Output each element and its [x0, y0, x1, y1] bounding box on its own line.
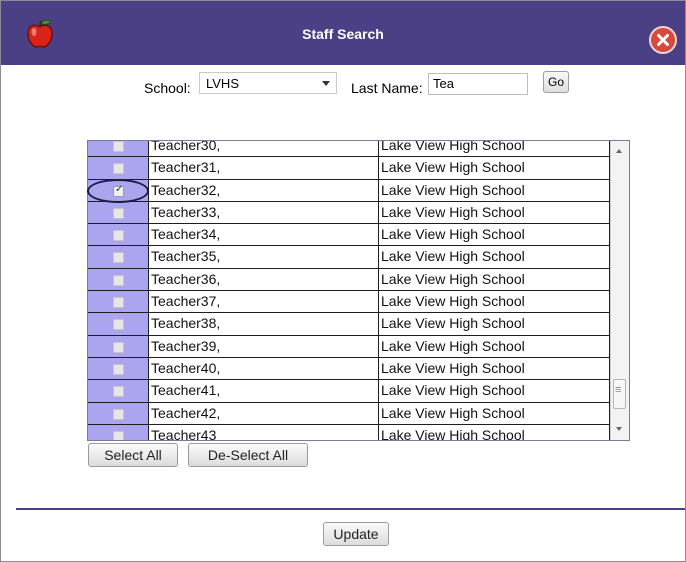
checkbox-cell	[88, 424, 148, 440]
school-label: School:	[144, 80, 191, 96]
school-name-cell: Lake View High School	[379, 268, 610, 291]
table-row[interactable]: Teacher37, Lake View High School	[88, 291, 610, 314]
staff-name-cell: Teacher32,	[148, 179, 379, 201]
selection-highlight-ellipse	[87, 179, 149, 203]
school-name-cell: Lake View High School	[379, 224, 610, 246]
checkbox-cell	[88, 268, 148, 291]
row-checkbox[interactable]	[113, 408, 124, 420]
school-name-cell: Lake View High School	[379, 313, 610, 335]
row-checkbox[interactable]	[113, 207, 124, 219]
school-name-cell: Lake View High School	[379, 357, 610, 380]
staff-name-cell: Teacher41,	[148, 380, 379, 402]
school-name-cell: Lake View High School	[379, 335, 610, 357]
checkbox-cell	[88, 402, 148, 424]
table-row[interactable]: Teacher32,Lake View High School	[88, 179, 610, 202]
staff-name-cell: Teacher37,	[148, 291, 379, 313]
table-row[interactable]: Teacher41, Lake View High School	[88, 380, 610, 403]
table-row[interactable]: Teacher31, Lake View High School	[88, 157, 610, 180]
dialog-title: Staff Search	[302, 26, 384, 42]
checkbox-cell	[88, 224, 148, 246]
school-name-cell: Lake View High School	[379, 179, 610, 201]
staff-results-grid: Teacher30, Lake View High School Teacher31…	[87, 140, 630, 441]
staff-name-cell: Teacher36,	[148, 268, 379, 291]
scroll-down-icon[interactable]	[616, 427, 622, 431]
last-name-label: Last Name:	[351, 80, 423, 96]
staff-name-cell: Teacher40,	[148, 357, 379, 380]
staff-name-cell: Teacher30,	[148, 141, 379, 157]
row-checkbox[interactable]	[113, 363, 124, 375]
table-row[interactable]: Teacher39, Lake View High School	[88, 335, 610, 358]
table-row[interactable]: Teacher42, Lake View High School	[88, 402, 610, 425]
school-name-cell: Lake View High School	[379, 201, 610, 224]
table-row[interactable]: Teacher35, Lake View High School	[88, 246, 610, 269]
row-checkbox[interactable]	[113, 430, 124, 440]
checkbox-cell	[88, 291, 148, 313]
school-name-cell: Lake View High School	[379, 402, 610, 424]
checkbox-cell	[88, 380, 148, 402]
staff-name-cell: Teacher33,	[148, 201, 379, 224]
table-row[interactable]: Teacher33, Lake View High School	[88, 201, 610, 225]
chevron-down-icon	[322, 81, 330, 86]
checkbox-cell	[88, 157, 148, 179]
staff-name-cell: Teacher38,	[148, 313, 379, 335]
row-checkbox[interactable]	[113, 319, 124, 331]
staff-name-cell: Teacher31,	[148, 157, 379, 179]
title-bar: Staff Search	[1, 1, 685, 65]
deselect-all-button[interactable]: De-Select All	[188, 443, 308, 467]
close-icon[interactable]	[649, 26, 677, 54]
results-rows: Teacher30, Lake View High School Teacher31…	[88, 141, 610, 440]
vertical-scrollbar[interactable]	[610, 141, 629, 440]
table-row[interactable]: Teacher30, Lake View High School	[88, 141, 610, 158]
school-name-cell: Lake View High School	[379, 157, 610, 179]
row-checkbox[interactable]	[113, 252, 124, 264]
go-button[interactable]: Go	[543, 71, 569, 93]
school-name-cell: Lake View High School	[379, 291, 610, 313]
staff-search-dialog: Staff Search School: LVHS Last Name: Tea…	[0, 0, 686, 562]
staff-name-cell: Teacher35,	[148, 246, 379, 268]
update-button[interactable]: Update	[323, 522, 389, 546]
scrollbar-thumb[interactable]	[613, 379, 626, 409]
row-checkbox[interactable]	[113, 297, 124, 309]
checkbox-cell	[88, 335, 148, 357]
checkbox-cell	[88, 141, 148, 157]
row-checkbox[interactable]	[113, 386, 124, 398]
school-name-cell: Lake View High School	[379, 246, 610, 268]
row-checkbox[interactable]	[113, 163, 124, 175]
row-checkbox[interactable]	[113, 230, 124, 242]
checkbox-cell	[88, 313, 148, 335]
row-checkbox[interactable]	[113, 141, 124, 152]
checkbox-cell	[88, 357, 148, 380]
row-checkbox[interactable]	[113, 341, 124, 353]
row-checkbox[interactable]	[113, 274, 124, 286]
checkbox-cell	[88, 246, 148, 268]
table-row[interactable]: Teacher43 Lake View High School	[88, 424, 610, 440]
staff-name-cell: Teacher43	[148, 424, 379, 440]
table-row[interactable]: Teacher38, Lake View High School	[88, 313, 610, 336]
school-name-cell: Lake View High School	[379, 424, 610, 440]
school-name-cell: Lake View High School	[379, 141, 610, 157]
last-name-input[interactable]: Tea	[428, 73, 528, 95]
footer-divider	[16, 508, 685, 510]
table-row[interactable]: Teacher40, Lake View High School	[88, 357, 610, 381]
staff-name-cell: Teacher34,	[148, 224, 379, 246]
school-select[interactable]: LVHS	[199, 72, 337, 94]
checkbox-cell	[88, 201, 148, 224]
school-select-value: LVHS	[206, 76, 239, 91]
table-row[interactable]: Teacher36, Lake View High School	[88, 268, 610, 292]
school-name-cell: Lake View High School	[379, 380, 610, 402]
select-all-button[interactable]: Select All	[88, 443, 178, 467]
staff-name-cell: Teacher42,	[148, 402, 379, 424]
scroll-up-icon[interactable]	[616, 149, 622, 153]
table-row[interactable]: Teacher34, Lake View High School	[88, 224, 610, 247]
staff-name-cell: Teacher39,	[148, 335, 379, 357]
